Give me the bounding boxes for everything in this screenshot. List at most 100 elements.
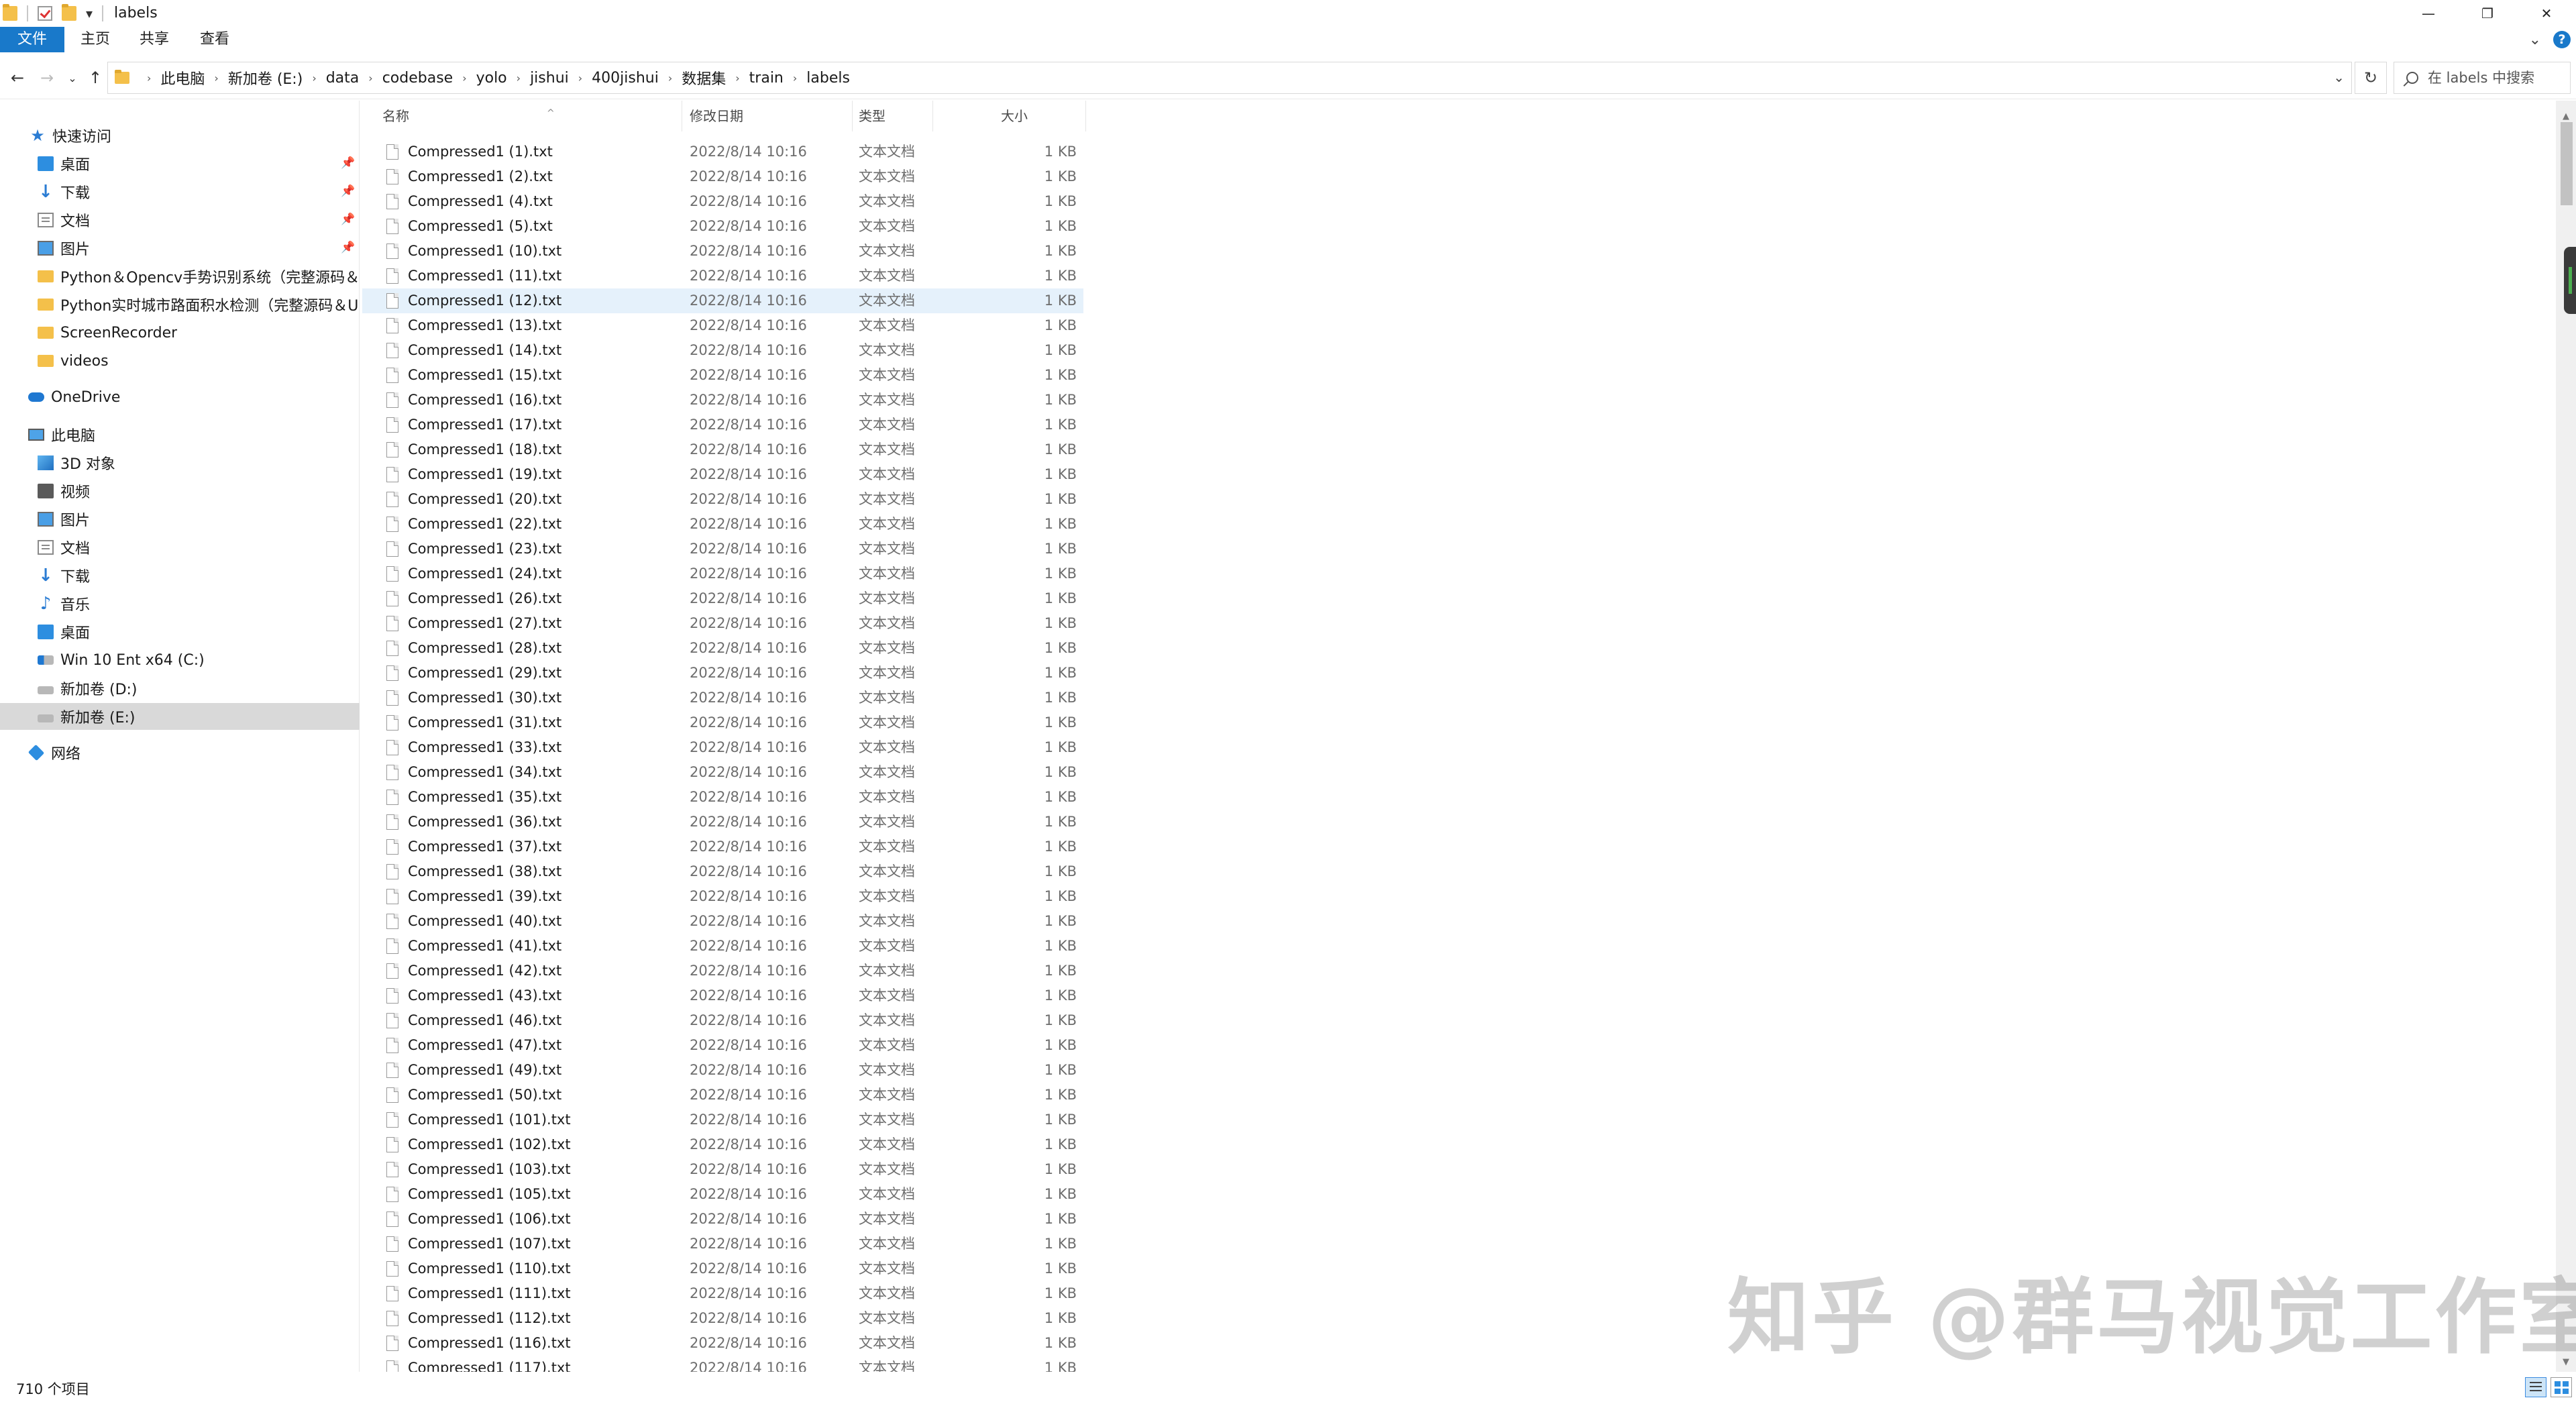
file-row[interactable]: Compressed1 (112).txt 2022/8/14 10:16 文本文档… — [362, 1306, 1083, 1331]
search-input[interactable] — [2428, 70, 2555, 86]
breadcrumb-drive-e[interactable]: 新加卷 (E:) — [228, 67, 303, 89]
sidebar-item-downloads[interactable]: ↓ 下载 📌 — [0, 178, 360, 205]
pin-icon[interactable]: 📌 — [341, 213, 355, 226]
file-row[interactable]: Compressed1 (12).txt 2022/8/14 10:16 文本文档 1… — [362, 288, 1083, 313]
file-row[interactable]: Compressed1 (31).txt 2022/8/14 10:16 文本文档 1… — [362, 710, 1083, 735]
sidebar-item-music[interactable]: ♪ 音乐 — [0, 590, 360, 617]
up-arrow-icon[interactable]: ↑ — [83, 66, 107, 90]
sidebar-item-downloads-pc[interactable]: ↓ 下载 — [0, 562, 360, 589]
sidebar-item-quick-access[interactable]: ★ 快速访问 — [0, 122, 360, 149]
column-divider[interactable] — [852, 101, 853, 131]
file-row[interactable]: Compressed1 (47).txt 2022/8/14 10:16 文本文档 1… — [362, 1033, 1083, 1058]
chevron-right-icon[interactable]: › — [368, 72, 372, 85]
restore-icon[interactable]: ❐ — [2458, 0, 2517, 27]
file-row[interactable]: Compressed1 (43).txt 2022/8/14 10:16 文本文档 1… — [362, 983, 1083, 1008]
file-row[interactable]: Compressed1 (35).txt 2022/8/14 10:16 文本文档 1… — [362, 785, 1083, 810]
breadcrumb-yolo[interactable]: yolo — [476, 70, 507, 87]
column-header-name[interactable]: 名称 ^ — [382, 101, 678, 131]
sidebar-item-drive-e[interactable]: 新加卷 (E:) — [0, 703, 360, 730]
scrollbar-thumb[interactable] — [2561, 122, 2573, 205]
back-arrow-icon[interactable]: ← — [5, 66, 30, 90]
file-row[interactable]: Compressed1 (40).txt 2022/8/14 10:16 文本文档 1… — [362, 909, 1083, 934]
column-header-size[interactable]: 大小 — [1001, 101, 1068, 131]
file-row[interactable]: Compressed1 (42).txt 2022/8/14 10:16 文本文档 1… — [362, 959, 1083, 983]
file-row[interactable]: Compressed1 (27).txt 2022/8/14 10:16 文本文档 1… — [362, 611, 1083, 636]
chevron-right-icon[interactable]: › — [793, 72, 797, 85]
file-row[interactable]: Compressed1 (107).txt 2022/8/14 10:16 文本文档… — [362, 1232, 1083, 1256]
file-row[interactable]: Compressed1 (17).txt 2022/8/14 10:16 文本文档 1… — [362, 413, 1083, 437]
file-row[interactable]: Compressed1 (116).txt 2022/8/14 10:16 文本文档… — [362, 1331, 1083, 1356]
file-row[interactable]: Compressed1 (28).txt 2022/8/14 10:16 文本文档 1… — [362, 636, 1083, 661]
sidebar-item-documents-pc[interactable]: 文档 — [0, 534, 360, 561]
large-icons-view-icon[interactable] — [2551, 1377, 2572, 1397]
file-row[interactable]: Compressed1 (50).txt 2022/8/14 10:16 文本文档 1… — [362, 1083, 1083, 1108]
sidebar-item-pictures-pc[interactable]: 图片 — [0, 506, 360, 533]
pin-icon[interactable]: 📌 — [341, 241, 355, 254]
sidebar-item-desktop-pc[interactable]: 桌面 — [0, 618, 360, 645]
file-row[interactable]: Compressed1 (11).txt 2022/8/14 10:16 文本文档 1… — [362, 264, 1083, 288]
file-row[interactable]: Compressed1 (41).txt 2022/8/14 10:16 文本文档 1… — [362, 934, 1083, 959]
column-divider[interactable] — [1085, 101, 1086, 131]
sidebar-item-gesture-folder[interactable]: Python＆Opencv手势识别系统（完整源码＆自 — [0, 263, 360, 290]
sidebar-item-documents[interactable]: 文档 📌 — [0, 207, 360, 233]
tab-view[interactable]: 查看 — [186, 27, 243, 52]
sidebar-item-this-pc[interactable]: 此电脑 — [0, 421, 360, 448]
file-row[interactable]: Compressed1 (46).txt 2022/8/14 10:16 文本文档 1… — [362, 1008, 1083, 1033]
help-icon[interactable]: ? — [2553, 31, 2571, 48]
breadcrumb-labels[interactable]: labels — [806, 70, 850, 87]
tab-file[interactable]: 文件 — [0, 27, 64, 52]
chevron-right-icon[interactable]: › — [578, 72, 582, 85]
customize-toolbar-chevron-icon[interactable]: ▾ — [86, 5, 93, 21]
file-row[interactable]: Compressed1 (10).txt 2022/8/14 10:16 文本文档 1… — [362, 239, 1083, 264]
properties-icon[interactable] — [38, 6, 52, 21]
file-row[interactable]: Compressed1 (29).txt 2022/8/14 10:16 文本文档 1… — [362, 661, 1083, 686]
file-row[interactable]: Compressed1 (33).txt 2022/8/14 10:16 文本文档 1… — [362, 735, 1083, 760]
file-row[interactable]: Compressed1 (38).txt 2022/8/14 10:16 文本文档 1… — [362, 859, 1083, 884]
file-row[interactable]: Compressed1 (34).txt 2022/8/14 10:16 文本文档 1… — [362, 760, 1083, 785]
file-row[interactable]: Compressed1 (4).txt 2022/8/14 10:16 文本文档 1 … — [362, 189, 1083, 214]
tab-share[interactable]: 共享 — [126, 27, 182, 52]
recent-locations-chevron-icon[interactable]: ⌄ — [60, 66, 85, 90]
chevron-right-icon[interactable]: › — [517, 72, 521, 85]
pin-icon[interactable]: 📌 — [341, 184, 355, 198]
file-row[interactable]: Compressed1 (13).txt 2022/8/14 10:16 文本文档 1… — [362, 313, 1083, 338]
details-view-icon[interactable] — [2525, 1377, 2546, 1397]
sidebar-item-drive-d[interactable]: 新加卷 (D:) — [0, 675, 360, 702]
chevron-right-icon[interactable]: › — [214, 72, 218, 85]
address-dropdown-chevron-icon[interactable]: ⌄ — [2333, 69, 2345, 85]
file-row[interactable]: Compressed1 (20).txt 2022/8/14 10:16 文本文档 1… — [362, 487, 1083, 512]
file-row[interactable]: Compressed1 (23).txt 2022/8/14 10:16 文本文档 1… — [362, 537, 1083, 561]
chevron-right-icon[interactable]: › — [147, 72, 151, 85]
sidebar-item-screenrecorder[interactable]: ScreenRecorder — [0, 319, 360, 346]
sidebar-item-onedrive[interactable]: OneDrive — [0, 384, 360, 411]
breadcrumb-train[interactable]: train — [749, 70, 784, 87]
file-row[interactable]: Compressed1 (39).txt 2022/8/14 10:16 文本文档 1… — [362, 884, 1083, 909]
file-row[interactable]: Compressed1 (49).txt 2022/8/14 10:16 文本文档 1… — [362, 1058, 1083, 1083]
file-row[interactable]: Compressed1 (26).txt 2022/8/14 10:16 文本文档 1… — [362, 586, 1083, 611]
close-icon[interactable]: ✕ — [2517, 0, 2576, 27]
refresh-icon[interactable]: ↻ — [2355, 62, 2387, 94]
file-row[interactable]: Compressed1 (18).txt 2022/8/14 10:16 文本文档 1… — [362, 437, 1083, 462]
file-row[interactable]: Compressed1 (2).txt 2022/8/14 10:16 文本文档 1 … — [362, 164, 1083, 189]
sidebar-item-3d-objects[interactable]: 3D 对象 — [0, 449, 360, 476]
column-divider[interactable] — [932, 101, 933, 131]
sidebar-item-network[interactable]: 网络 — [0, 739, 360, 766]
file-row[interactable]: Compressed1 (24).txt 2022/8/14 10:16 文本文档 1… — [362, 561, 1083, 586]
breadcrumb-dataset[interactable]: 数据集 — [682, 67, 726, 89]
file-row[interactable]: Compressed1 (16).txt 2022/8/14 10:16 文本文档 1… — [362, 388, 1083, 413]
sidebar-item-videos[interactable]: 视频 — [0, 478, 360, 504]
sidebar-item-desktop[interactable]: 桌面 📌 — [0, 150, 360, 177]
floating-side-handle[interactable] — [2564, 247, 2576, 314]
file-row[interactable]: Compressed1 (106).txt 2022/8/14 10:16 文本文档… — [362, 1207, 1083, 1232]
file-row[interactable]: Compressed1 (5).txt 2022/8/14 10:16 文本文档 1 … — [362, 214, 1083, 239]
address-bar[interactable]: › 此电脑 › 新加卷 (E:) › data › codebase › yol… — [107, 62, 2352, 94]
sidebar-item-waterlogging-folder[interactable]: Python实时城市路面积水检测（完整源码＆UI界 — [0, 291, 360, 318]
column-header-type[interactable]: 类型 — [859, 101, 926, 131]
breadcrumb-jishui[interactable]: jishui — [530, 70, 569, 87]
file-row[interactable]: Compressed1 (36).txt 2022/8/14 10:16 文本文档 1… — [362, 810, 1083, 834]
minimize-icon[interactable]: — — [2399, 0, 2458, 27]
breadcrumb-codebase[interactable]: codebase — [382, 70, 453, 87]
file-row[interactable]: Compressed1 (101).txt 2022/8/14 10:16 文本文档… — [362, 1108, 1083, 1132]
breadcrumb-data[interactable]: data — [326, 70, 360, 87]
breadcrumb-400jishui[interactable]: 400jishui — [592, 70, 659, 87]
